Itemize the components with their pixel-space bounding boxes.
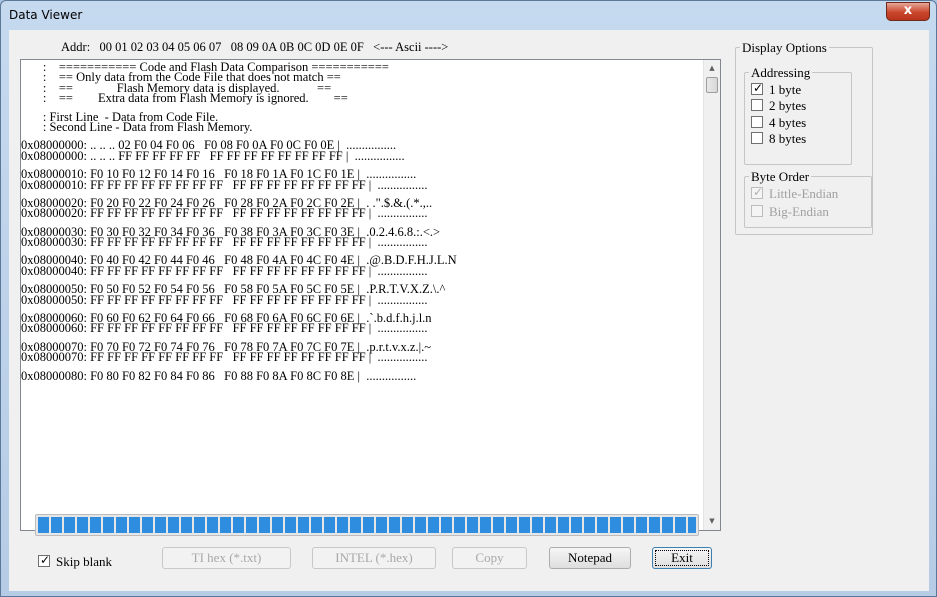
check-icon: ✓ (40, 553, 51, 567)
close-button[interactable]: x (886, 2, 930, 21)
addressing-2-bytes-label: 2 bytes (769, 98, 807, 113)
addressing-8-bytes-label: 8 bytes (769, 131, 807, 146)
addressing-4-bytes-option[interactable]: 4 bytes (751, 115, 806, 131)
little-endian-checkbox[interactable]: ✓ (751, 185, 764, 199)
addressing-2-bytes-option[interactable]: 2 bytes (751, 98, 806, 114)
hex-line: 0x08000060: FF FF FF FF FF FF FF FF FF F… (21, 321, 428, 336)
addressing-2-bytes-checkbox[interactable] (751, 99, 763, 111)
hex-line: 0x08000020: FF FF FF FF FF FF FF FF FF F… (21, 206, 428, 221)
scroll-up-arrow-icon[interactable]: ▲ (704, 60, 720, 77)
exit-button[interactable]: Exit (652, 547, 712, 569)
data-viewer-window: Data Viewer x Addr: 00 01 02 03 04 05 06… (0, 0, 937, 597)
ti-hex-button[interactable]: TI hex (*.txt) (162, 547, 291, 569)
window-title: Data Viewer (9, 8, 83, 22)
little-endian-option[interactable]: ✓ Little-Endian (751, 185, 839, 202)
hex-line: : == Extra data from Flash Memory is ign… (21, 91, 348, 106)
client-area: Addr: 00 01 02 03 04 05 06 07 08 09 0A 0… (9, 30, 929, 591)
skip-blank-option[interactable]: ✓ Skip blank (38, 553, 112, 570)
display-options-label: Display Options (740, 40, 829, 56)
little-endian-label: Little-Endian (769, 186, 839, 201)
hex-data-textbox[interactable]: : =========== Code and Flash Data Compar… (20, 59, 721, 531)
notepad-button[interactable]: Notepad (549, 547, 631, 569)
big-endian-checkbox[interactable] (751, 205, 763, 217)
check-icon: ✓ (753, 81, 764, 95)
copy-button[interactable]: Copy (452, 547, 527, 569)
hex-line: 0x08000040: FF FF FF FF FF FF FF FF FF F… (21, 263, 428, 278)
byte-order-label: Byte Order (749, 169, 812, 185)
hex-line: 0x08000030: FF FF FF FF FF FF FF FF FF F… (21, 235, 428, 250)
addressing-4-bytes-checkbox[interactable] (751, 116, 763, 128)
addressing-1-byte-checkbox[interactable]: ✓ (751, 81, 764, 95)
hex-data-content: : =========== Code and Flash Data Compar… (21, 61, 705, 383)
progress-fill (38, 517, 696, 533)
addressing-8-bytes-checkbox[interactable] (751, 132, 763, 144)
close-icon: x (903, 3, 913, 18)
hex-line: 0x08000050: FF FF FF FF FF FF FF FF FF F… (21, 292, 428, 307)
byte-order-group: Byte Order ✓ Little-Endian Big-Endian (744, 169, 872, 228)
skip-blank-label: Skip blank (56, 554, 112, 569)
progress-bar (35, 514, 699, 536)
big-endian-label: Big-Endian (769, 204, 829, 219)
addressing-label: Addressing (749, 65, 813, 81)
hex-column-header: Addr: 00 01 02 03 04 05 06 07 08 09 0A 0… (61, 40, 449, 54)
hex-line: 0x08000070: FF FF FF FF FF FF FF FF FF F… (21, 350, 428, 365)
intel-hex-button[interactable]: INTEL (*.hex) (312, 547, 436, 569)
scrollbar-thumb[interactable] (706, 77, 718, 93)
hex-line: : Second Line - Data from Flash Memory. (21, 119, 253, 134)
check-icon: ✓ (753, 185, 764, 199)
big-endian-option[interactable]: Big-Endian (751, 204, 829, 220)
hex-line: 0x08000080: F0 80 F0 82 F0 84 F0 86 F0 8… (21, 368, 417, 383)
addressing-1-byte-option[interactable]: ✓ 1 byte (751, 81, 802, 98)
scroll-down-arrow-icon[interactable]: ▼ (704, 513, 720, 530)
hex-line: 0x08000000: .. .. .. FF FF FF FF FF FF F… (21, 148, 405, 163)
addressing-1-byte-label: 1 byte (769, 82, 802, 97)
addressing-8-bytes-option[interactable]: 8 bytes (751, 131, 806, 147)
hex-line: 0x08000010: FF FF FF FF FF FF FF FF FF F… (21, 177, 428, 192)
addressing-group: Addressing ✓ 1 byte 2 bytes 4 bytes 8 byt… (744, 65, 852, 165)
exit-button-label: Exit (655, 550, 709, 566)
addressing-4-bytes-label: 4 bytes (769, 115, 807, 130)
skip-blank-checkbox[interactable]: ✓ (38, 553, 51, 567)
title-bar[interactable]: Data Viewer x (1, 1, 936, 29)
vertical-scrollbar[interactable]: ▲ ▼ (703, 60, 720, 530)
display-options-group: Display Options Addressing ✓ 1 byte 2 byt… (735, 40, 873, 235)
